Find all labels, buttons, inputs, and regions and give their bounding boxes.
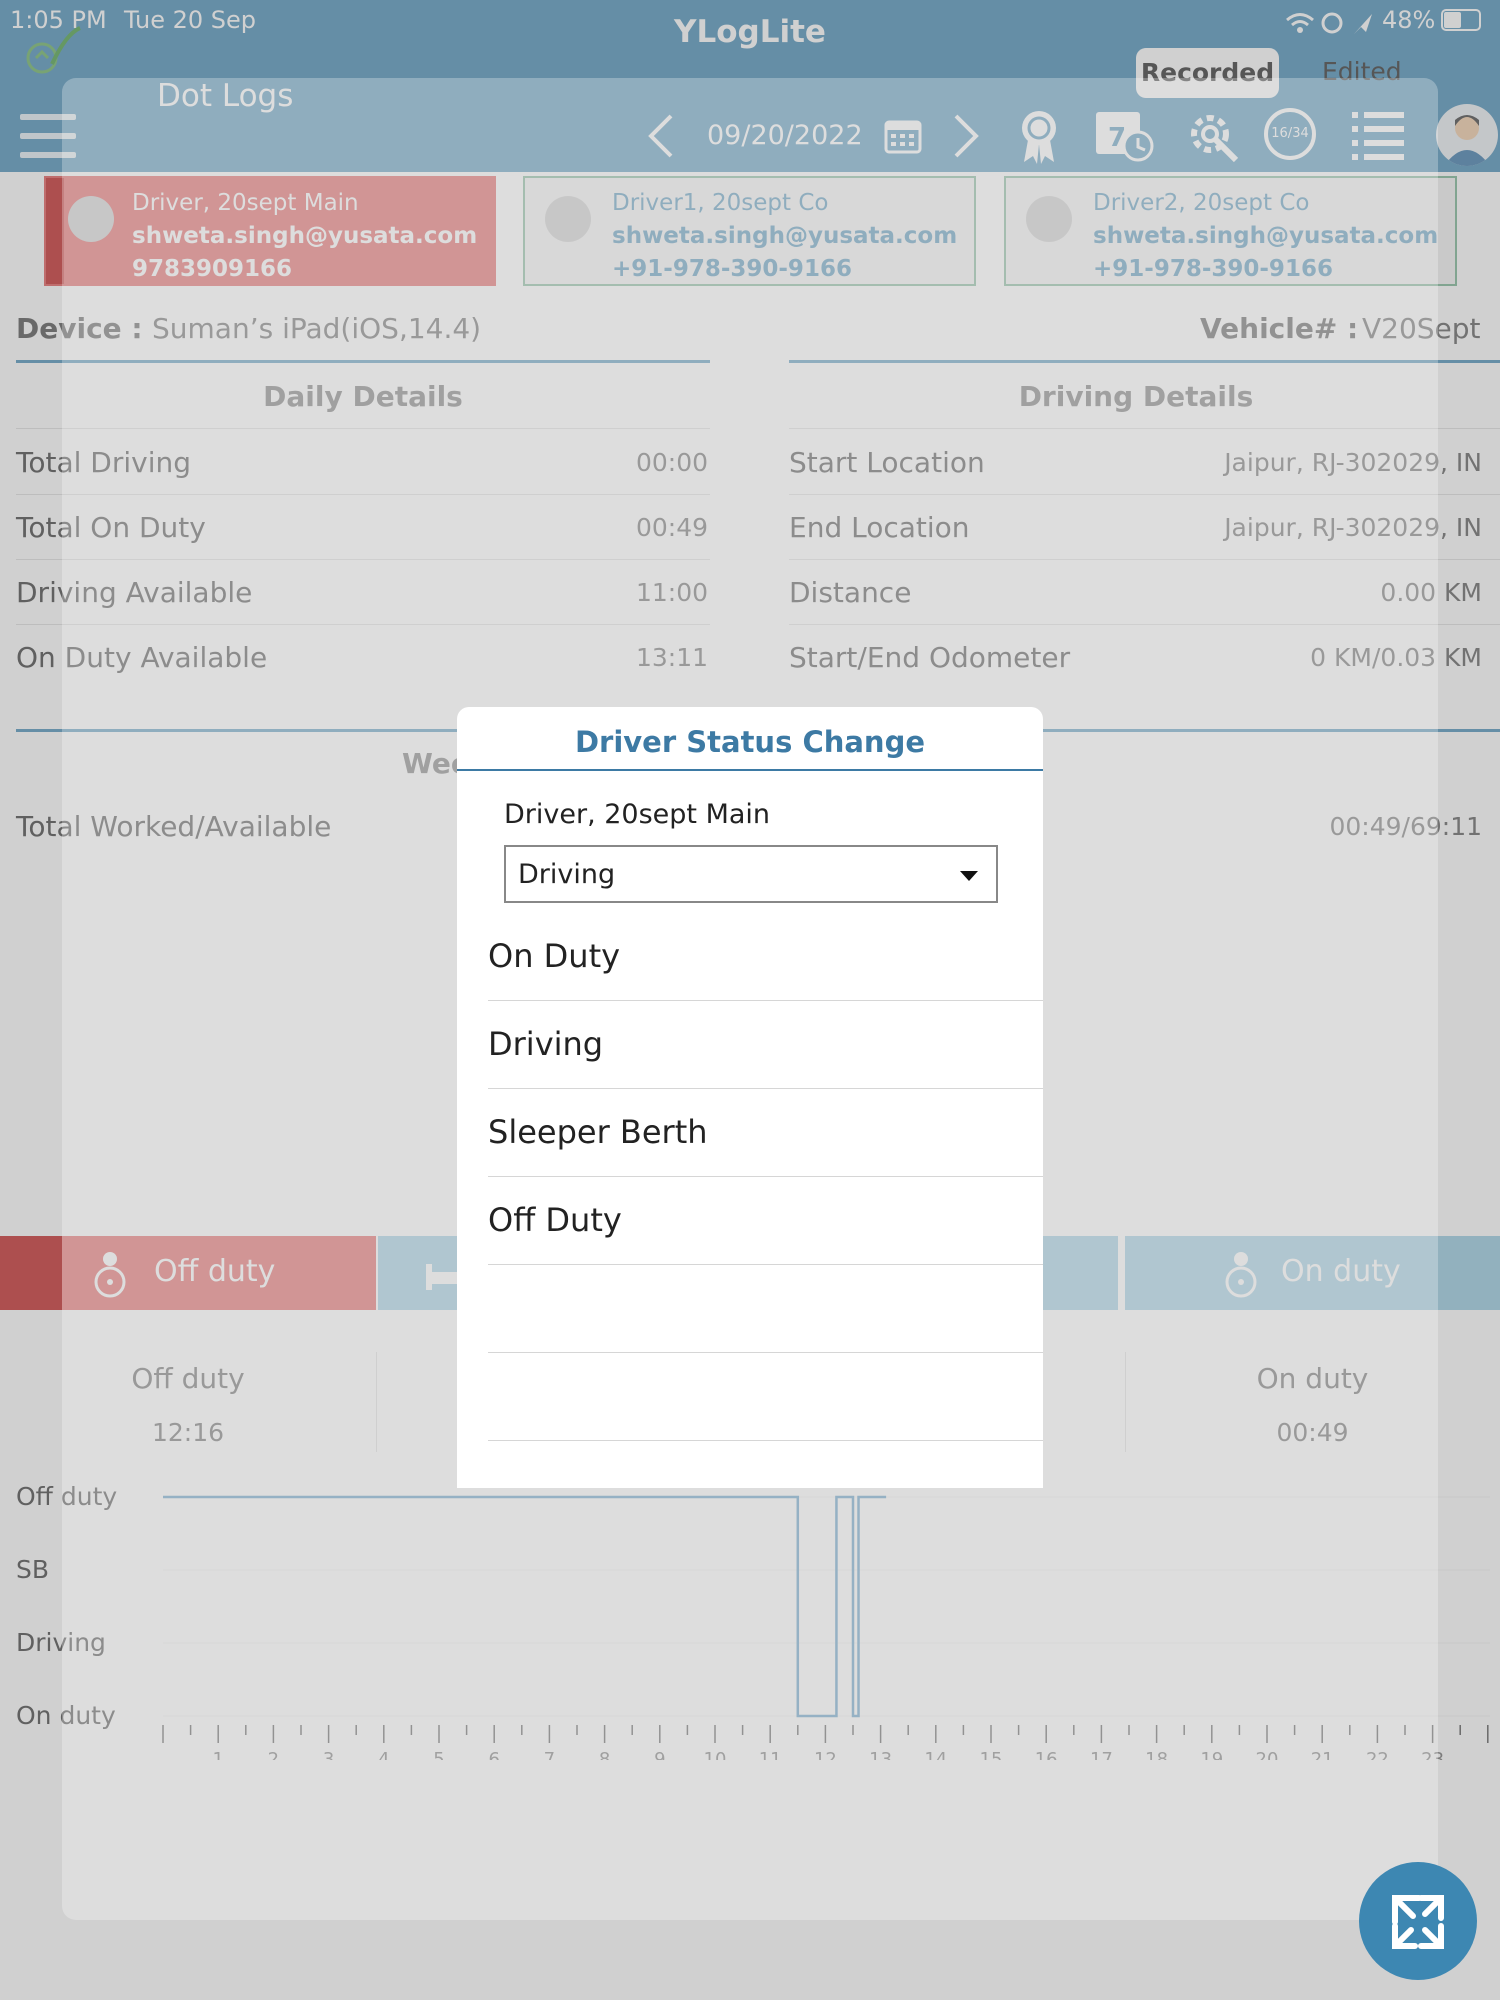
- status-option-on-duty[interactable]: On Duty: [488, 913, 1043, 1001]
- modal-driver-name: Driver, 20sept Main: [504, 799, 771, 830]
- option-label: Sleeper Berth: [488, 1113, 708, 1151]
- status-select[interactable]: Driving: [504, 845, 998, 903]
- status-option-sleeper-berth[interactable]: Sleeper Berth: [488, 1089, 1043, 1177]
- status-option-empty: [488, 1353, 1043, 1441]
- status-option-off-duty[interactable]: Off Duty: [488, 1177, 1043, 1265]
- expand-icon: [1392, 1895, 1444, 1949]
- caret-down-icon: [960, 871, 978, 881]
- status-option-empty: [488, 1265, 1043, 1353]
- expand-button[interactable]: [1359, 1862, 1477, 1980]
- status-select-value: Driving: [518, 859, 616, 890]
- option-label: Off Duty: [488, 1201, 622, 1239]
- divider: [457, 769, 1043, 771]
- status-option-driving[interactable]: Driving: [488, 1001, 1043, 1089]
- modal-title: Driver Status Change: [574, 725, 926, 759]
- option-label: On Duty: [488, 937, 621, 975]
- option-label: Driving: [488, 1025, 604, 1063]
- driver-status-modal: Driver Status Change Driver, 20sept Main…: [457, 707, 1043, 1488]
